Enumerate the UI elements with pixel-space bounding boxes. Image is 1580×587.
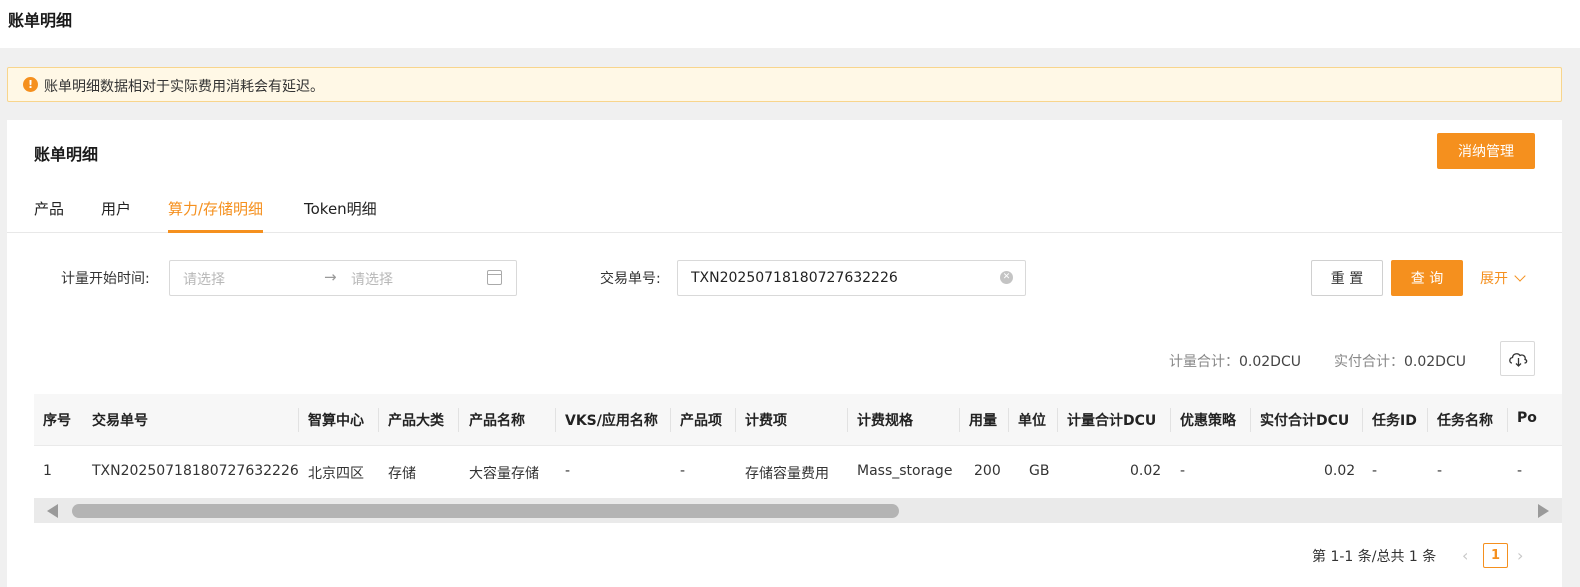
- page-button-1[interactable]: 1: [1483, 543, 1508, 568]
- notice-text: 账单明细数据相对于实际费用消耗会有延迟。: [44, 79, 324, 95]
- col-po: Po: [1517, 410, 1537, 426]
- delay-notice: ! 账单明细数据相对于实际费用消耗会有延迟。: [7, 67, 1562, 102]
- clear-icon[interactable]: ✕: [1000, 271, 1013, 284]
- next-page-icon[interactable]: ›: [1517, 546, 1523, 565]
- col-index: 序号: [43, 413, 71, 429]
- paid-total: 实付合计：0.02DCU: [1334, 354, 1466, 370]
- scroll-right-icon[interactable]: [1538, 504, 1549, 518]
- col-discount: 优惠策略: [1180, 413, 1236, 429]
- scrollbar-thumb[interactable]: [72, 504, 899, 518]
- date-range-picker[interactable]: 请选择 → 请选择: [169, 260, 517, 296]
- metered-total: 计量合计：0.02DCU: [1169, 354, 1301, 370]
- txn-input[interactable]: [677, 260, 1026, 296]
- download-button[interactable]: [1500, 341, 1535, 376]
- col-unit: 单位: [1018, 413, 1046, 429]
- horizontal-scrollbar[interactable]: [34, 498, 1562, 523]
- txn-label: 交易单号:: [600, 271, 661, 287]
- tab-user[interactable]: 用户: [101, 198, 131, 233]
- page-header: 账单明细: [0, 0, 1580, 48]
- bill-table: 序号 交易单号 智算中心 产品大类 产品名称 VKS/应用名称 产品项 计费项 …: [34, 394, 1562, 498]
- calendar-icon: [487, 270, 502, 285]
- table-header: 序号 交易单号 智算中心 产品大类 产品名称 VKS/应用名称 产品项 计费项 …: [34, 394, 1562, 446]
- col-paid-dcu: 实付合计DCU: [1260, 413, 1350, 429]
- card-title: 账单明细: [34, 145, 99, 164]
- chevron-down-icon: [1514, 270, 1526, 282]
- col-metered-dcu: 计量合计DCU: [1067, 413, 1157, 429]
- scroll-left-icon[interactable]: [47, 504, 58, 518]
- tab-token[interactable]: Token明细: [304, 198, 377, 233]
- cloud-download-icon: [1509, 353, 1528, 367]
- pagination-total: 第 1-1 条/总共 1 条: [1312, 549, 1437, 565]
- prev-page-icon[interactable]: ‹: [1462, 546, 1468, 565]
- col-billing-item: 计费项: [745, 413, 787, 429]
- col-task-id: 任务ID: [1372, 413, 1417, 429]
- col-app-name: VKS/应用名称: [565, 413, 658, 429]
- query-button[interactable]: 查 询: [1391, 260, 1463, 296]
- info-icon: !: [23, 77, 38, 92]
- bill-detail-card: 账单明细 消纳管理 产品 用户 算力/存储明细 Token明细 计量开始时间: …: [7, 120, 1562, 587]
- page-title: 账单明细: [8, 11, 73, 30]
- col-billing-spec: 计费规格: [857, 413, 913, 429]
- manage-button[interactable]: 消纳管理: [1437, 133, 1535, 169]
- table-row[interactable]: 1 TXN20250718180727632226 北京四区 存储 大容量存储 …: [34, 446, 1562, 498]
- col-category: 产品大类: [388, 413, 444, 429]
- col-product-item: 产品项: [680, 413, 722, 429]
- expand-toggle[interactable]: 展开: [1480, 268, 1526, 288]
- tab-compute-storage[interactable]: 算力/存储明细: [168, 198, 264, 233]
- col-center: 智算中心: [308, 413, 364, 429]
- start-time-label: 计量开始时间:: [61, 271, 150, 287]
- start-date-placeholder: 请选择: [183, 272, 225, 288]
- arrow-right-icon: →: [324, 268, 337, 286]
- col-task-name: 任务名称: [1437, 413, 1493, 429]
- tab-bar: 产品 用户 算力/存储明细 Token明细: [7, 186, 1562, 233]
- reset-button[interactable]: 重 置: [1311, 260, 1383, 296]
- end-date-placeholder: 请选择: [351, 272, 393, 288]
- tab-product[interactable]: 产品: [34, 198, 64, 233]
- col-product-name: 产品名称: [469, 413, 525, 429]
- col-usage: 用量: [969, 413, 997, 429]
- col-txn: 交易单号: [92, 413, 148, 429]
